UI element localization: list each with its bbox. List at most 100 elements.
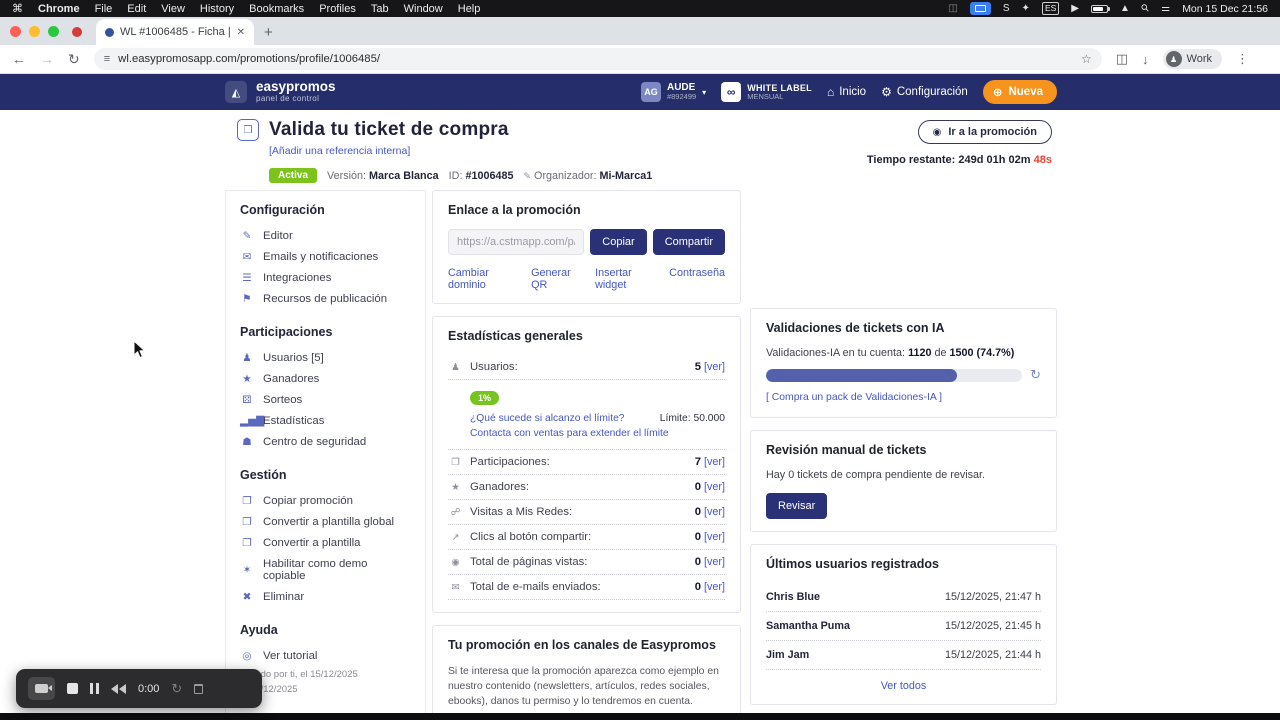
menu-view[interactable]: View <box>161 3 185 15</box>
site-settings-icon[interactable]: ≡ <box>104 53 110 65</box>
ver-link[interactable]: [ver] <box>704 556 725 568</box>
ver-link[interactable]: [ver] <box>704 531 725 543</box>
discard-recording-icon[interactable] <box>194 683 204 694</box>
sidebar-item-usuarios[interactable]: ♟ Usuarios [5] <box>240 347 411 368</box>
battery-icon[interactable] <box>1090 4 1110 13</box>
change-domain-link[interactable]: Cambiar dominio <box>448 267 516 291</box>
sidebar-item-recursos[interactable]: ⚑ Recursos de publicación <box>240 288 411 309</box>
zoom-window-button[interactable] <box>48 26 59 37</box>
sidebar-item-estadisticas[interactable]: ▂▅▇ Estadísticas <box>240 410 411 431</box>
stop-recording-button[interactable] <box>67 683 78 694</box>
limit-value: Límite: 50.000 <box>659 413 725 424</box>
new-tab-button[interactable]: + <box>264 25 273 40</box>
insert-widget-link[interactable]: Insertar widget <box>595 267 654 291</box>
ver-link[interactable]: [ver] <box>704 506 725 518</box>
plan-chip[interactable]: ∞ WHITE LABEL MENSUAL <box>721 82 812 102</box>
menubar-app-name[interactable]: Chrome <box>38 3 80 15</box>
window-status-icon[interactable]: ◫ <box>948 3 957 14</box>
generate-qr-link[interactable]: Generar QR <box>531 267 580 291</box>
menu-help[interactable]: Help <box>458 3 481 15</box>
slack-icon[interactable]: S <box>1003 3 1010 14</box>
sidebar-item-plantilla[interactable]: ❐ Convertir a plantilla <box>240 532 411 553</box>
menu-tab[interactable]: Tab <box>371 3 389 15</box>
spotlight-icon[interactable]: ⚲ <box>1139 2 1152 15</box>
app-status-icon[interactable]: ✦ <box>1022 3 1030 14</box>
sidebar-item-seguridad[interactable]: ☗ Centro de seguridad <box>240 431 411 452</box>
usage-percent-badge: 1% <box>470 391 500 405</box>
limit-question-link[interactable]: ¿Qué sucede si alcanzo el límite? <box>470 413 625 424</box>
side-panel-icon[interactable]: ◫ <box>1116 51 1128 67</box>
nav-settings[interactable]: ⚙ Configuración <box>881 85 968 99</box>
stat-value: 0 <box>694 556 701 568</box>
manual-review-panel: Revisión manual de tickets Hay 0 tickets… <box>750 430 1057 532</box>
rewind-button[interactable] <box>111 683 126 694</box>
url-input[interactable] <box>118 53 1073 65</box>
refresh-icon[interactable]: ↻ <box>1030 367 1041 383</box>
sidebar-item-copiar[interactable]: ❐ Copiar promoción <box>240 490 411 511</box>
pause-recording-button[interactable] <box>90 683 99 694</box>
browser-tab[interactable]: WL #1006485 - Ficha | Easy... ✕ <box>96 19 254 45</box>
menu-history[interactable]: History <box>200 3 234 15</box>
apple-menu-icon[interactable]: ⌘ <box>12 2 23 15</box>
sidebar-item-integraciones[interactable]: ☰ Integraciones <box>240 267 411 288</box>
input-source-icon[interactable]: ES <box>1041 2 1060 15</box>
menu-edit[interactable]: Edit <box>127 3 146 15</box>
menu-bookmarks[interactable]: Bookmarks <box>249 3 304 15</box>
minimize-window-button[interactable] <box>29 26 40 37</box>
browser-menu-icon[interactable]: ⋮ <box>1236 51 1249 67</box>
ver-link[interactable]: [ver] <box>704 361 725 373</box>
recording-indicator-icon[interactable] <box>72 27 82 37</box>
sidebar-item-emails[interactable]: ✉ Emails y notificaciones <box>240 246 411 267</box>
buy-pack-link[interactable]: [ Compra un pack de Validaciones-IA ] <box>766 392 942 403</box>
brand-name[interactable]: easypromos <box>256 79 336 95</box>
user-name: Jim Jam <box>766 649 810 661</box>
easypromos-logo-icon[interactable]: ◭ <box>225 81 247 103</box>
promotion-url-input[interactable] <box>448 229 585 255</box>
time-minutes: 02m <box>1008 154 1031 166</box>
menu-window[interactable]: Window <box>404 3 443 15</box>
stat-label: Ganadores: <box>470 481 530 493</box>
page-title: Valida tu ticket de compra <box>269 119 509 140</box>
control-center-icon[interactable]: ⚌ <box>1161 3 1170 14</box>
tab-close-icon[interactable]: ✕ <box>237 27 245 38</box>
bookmark-star-icon[interactable]: ☆ <box>1081 52 1092 66</box>
nav-home[interactable]: ⌂ Inicio <box>827 85 866 99</box>
play-status-icon[interactable]: ▶ <box>1071 3 1079 14</box>
screen-mirroring-icon[interactable] <box>969 2 991 15</box>
menubar-clock[interactable]: Mon 15 Dec 21:56 <box>1182 3 1268 15</box>
stat-label: Usuarios: <box>470 361 518 373</box>
sidebar-item-plantilla-global[interactable]: ❐ Convertir a plantilla global <box>240 511 411 532</box>
sidebar-item-ganadores[interactable]: ★ Ganadores <box>240 368 411 389</box>
ver-link[interactable]: [ver] <box>704 581 725 593</box>
sidebar-item-demo[interactable]: ✶ Habilitar como demo copiable <box>240 553 411 586</box>
share-button[interactable]: Compartir <box>652 229 725 255</box>
wifi-icon[interactable]: ▲ <box>1120 3 1130 14</box>
menu-file[interactable]: File <box>95 3 113 15</box>
reload-button[interactable]: ↻ <box>68 51 80 68</box>
new-promotion-button[interactable]: ⊕ Nueva <box>982 80 1057 104</box>
menu-profiles[interactable]: Profiles <box>319 3 356 15</box>
review-button[interactable]: Revisar <box>766 493 828 519</box>
go-to-promotion-button[interactable]: ◉ Ir a la promoción <box>917 120 1052 144</box>
restart-recording-icon[interactable]: ↻ <box>171 681 182 697</box>
back-button[interactable]: ← <box>12 51 26 67</box>
ver-link[interactable]: [ver] <box>704 456 725 468</box>
view-all-link[interactable]: Ver todos <box>766 680 1041 692</box>
close-window-button[interactable] <box>10 26 21 37</box>
downloads-icon[interactable]: ↓ <box>1142 52 1149 67</box>
forward-button[interactable]: → <box>40 51 54 67</box>
sidebar-item-eliminar[interactable]: ✖ Eliminar <box>240 586 411 607</box>
password-link[interactable]: Contraseña <box>669 267 725 291</box>
sidebar-item-tutorial[interactable]: ◎ Ver tutorial <box>240 645 411 666</box>
copy-button[interactable]: Copiar <box>590 229 647 255</box>
sidebar-item-label: Convertir a plantilla global <box>263 515 395 528</box>
account-menu[interactable]: AG AUDE #892499 ▾ <box>640 82 706 102</box>
sidebar-item-sorteos[interactable]: ⚄ Sorteos <box>240 389 411 410</box>
add-reference-link[interactable]: [Añadir una referencia interna] <box>269 145 410 157</box>
camera-icon[interactable] <box>28 677 55 700</box>
sidebar-item-editor[interactable]: ✎ Editor <box>240 225 411 246</box>
contact-sales-link[interactable]: Contacta con ventas para extender el lím… <box>470 428 669 439</box>
profile-chip[interactable]: ♟ Work <box>1162 49 1222 69</box>
ver-link[interactable]: [ver] <box>704 481 725 493</box>
address-bar[interactable]: ≡ ☆ <box>93 48 1102 70</box>
